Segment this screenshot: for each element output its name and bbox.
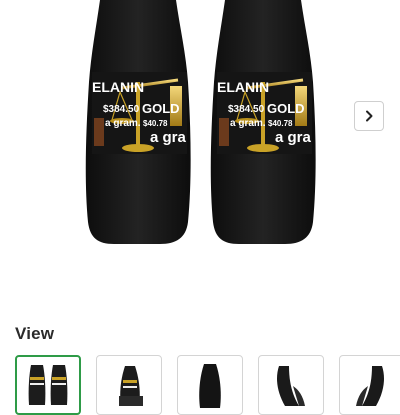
design-per-gram-left-2: a gram. (230, 118, 266, 129)
thumbnail-front-angle[interactable] (96, 355, 162, 415)
seat-cover-left: ELANIN $384.50 a gram. GOLD $40.78 a gra (85, 0, 191, 244)
design-per-gram-right-2: a gra (275, 129, 312, 146)
design-price-right-2: $40.78 (268, 119, 293, 128)
design-price-left-2: $384.50 (228, 104, 265, 115)
thumbnail-front-pair-image (28, 365, 68, 405)
design-brand-text: ELANIN (92, 79, 144, 95)
design-gold-text-2: GOLD (267, 101, 305, 116)
thumbnail-back[interactable] (177, 355, 243, 415)
next-image-button[interactable] (354, 101, 384, 131)
product-image: ELANIN $384.50 a gram. GOLD $40.78 a gra… (85, 0, 316, 244)
thumbnail-back-image (199, 364, 221, 408)
thumbnail-front-pair[interactable] (15, 355, 81, 415)
thumbnail-side-left[interactable] (258, 355, 324, 415)
thumbnail-side-right-image (356, 366, 384, 406)
design-brand-text-2: ELANIN (217, 79, 269, 95)
seat-cover-right: ELANIN $384.50 a gram. GOLD $40.78 a gra (210, 0, 316, 244)
thumbnail-side-left-image (277, 366, 305, 406)
thumbnail-front-angle-image (119, 366, 143, 406)
design-price-left: $384.50 (103, 104, 140, 115)
thumbnail-side-right[interactable] (339, 355, 400, 415)
chevron-right-icon (366, 110, 373, 122)
design-gold-text: GOLD (142, 101, 180, 116)
view-heading: View (15, 324, 55, 343)
design-per-gram-right: a gra (150, 129, 187, 146)
design-per-gram-left: a gram. (105, 118, 141, 129)
design-price-right: $40.78 (143, 119, 168, 128)
